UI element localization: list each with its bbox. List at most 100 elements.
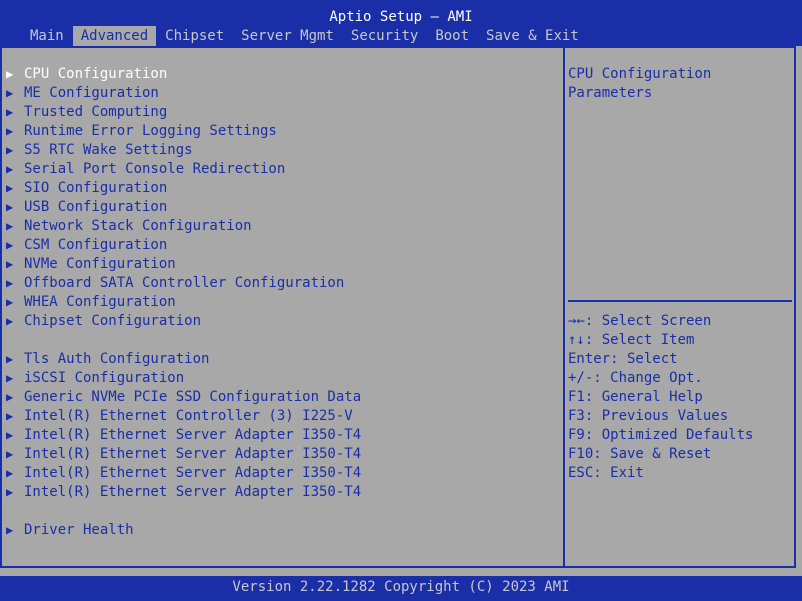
menu-item[interactable]: ▶ Offboard SATA Controller Configuration <box>6 274 361 293</box>
menu-item-label: Offboard SATA Controller Configuration <box>24 275 345 291</box>
submenu-arrow-icon: ▶ <box>6 485 14 499</box>
submenu-arrow-icon: ▶ <box>6 219 14 233</box>
submenu-arrow-icon: ▶ <box>6 295 14 309</box>
key-help-line: F1: General Help <box>568 389 703 405</box>
menu-item[interactable]: ▶ WHEA Configuration <box>6 293 361 312</box>
menu-item[interactable]: ▶ Driver Health <box>6 521 361 540</box>
key-help-line: F3: Previous Values <box>568 408 729 424</box>
help-line: Parameters <box>568 85 653 101</box>
tab-server-mgmt[interactable]: Server Mgmt <box>233 26 342 46</box>
submenu-arrow-icon: ▶ <box>6 143 14 157</box>
menu-item-label: Intel(R) Ethernet Server Adapter I350-T4 <box>24 446 362 462</box>
tab-advanced[interactable]: Advanced <box>72 26 157 46</box>
menu-item[interactable]: ▶ Serial Port Console Redirection <box>6 160 361 179</box>
menu-item-label: Serial Port Console Redirection <box>24 161 286 177</box>
menu-item-label: Intel(R) Ethernet Server Adapter I350-T4 <box>24 427 362 443</box>
title-bar: Aptio Setup – AMI Main Advanced Chipset Ser… <box>0 0 802 46</box>
menu-item-label: Chipset Configuration <box>24 313 202 329</box>
menu-item[interactable]: ▶ Generic NVMe PCIe SSD Configuration Dat… <box>6 388 361 407</box>
menu-item-label: Intel(R) Ethernet Controller (3) I225-V <box>24 408 353 424</box>
menu-item[interactable]: ▶ Intel(R) Ethernet Controller (3) I225-V <box>6 407 361 426</box>
key-help-line: ESC: Exit <box>568 465 644 481</box>
submenu-arrow-icon: ▶ <box>6 447 14 461</box>
submenu-arrow-icon: ▶ <box>6 181 14 195</box>
submenu-arrow-icon: ▶ <box>6 409 14 423</box>
submenu-arrow-icon: ▶ <box>6 162 14 176</box>
key-help-line: ↑↓: Select Item <box>568 332 695 348</box>
menu-list: ▶ CPU Configuration ▶ ME Configuration ▶ Trus… <box>6 65 361 540</box>
menu-item[interactable]: ▶ S5 RTC Wake Settings <box>6 141 361 160</box>
submenu-arrow-icon: ▶ <box>6 352 14 366</box>
help-line: CPU Configuration <box>568 66 712 82</box>
key-help-line: F10: Save & Reset <box>568 446 712 462</box>
menu-item-label: iSCSI Configuration <box>24 370 185 386</box>
menu-item-label: CPU Configuration <box>24 66 168 82</box>
menu-spacer <box>6 502 361 521</box>
menu-item-label: CSM Configuration <box>24 237 168 253</box>
menu-item-label: Driver Health <box>24 522 134 538</box>
menu-item-label: WHEA Configuration <box>24 294 176 310</box>
submenu-arrow-icon: ▶ <box>6 276 14 290</box>
submenu-arrow-icon: ▶ <box>6 428 14 442</box>
tab-save-exit[interactable]: Save & Exit <box>478 26 587 46</box>
submenu-arrow-icon: ▶ <box>6 371 14 385</box>
menu-item[interactable]: ▶ Runtime Error Logging Settings <box>6 122 361 141</box>
submenu-arrow-icon: ▶ <box>6 124 14 138</box>
submenu-arrow-icon: ▶ <box>6 105 14 119</box>
menu-item[interactable]: ▶ Intel(R) Ethernet Server Adapter I350-T… <box>6 426 361 445</box>
menu-item-label: USB Configuration <box>24 199 168 215</box>
tab-boot[interactable]: Boot <box>427 26 477 46</box>
submenu-arrow-icon: ▶ <box>6 200 14 214</box>
menu-item-label: SIO Configuration <box>24 180 168 196</box>
submenu-arrow-icon: ▶ <box>6 257 14 271</box>
menu-item-label: ME Configuration <box>24 85 159 101</box>
submenu-arrow-icon: ▶ <box>6 314 14 328</box>
menu-item[interactable]: ▶ USB Configuration <box>6 198 361 217</box>
menu-item[interactable]: ▶ Intel(R) Ethernet Server Adapter I350-T… <box>6 464 361 483</box>
submenu-arrow-icon: ▶ <box>6 86 14 100</box>
key-help-line: +/-: Change Opt. <box>568 370 703 386</box>
menu-item[interactable]: ▶ Intel(R) Ethernet Server Adapter I350-T… <box>6 483 361 502</box>
menu-pane: ▶ CPU Configuration ▶ ME Configuration ▶ Trus… <box>2 48 564 566</box>
menu-item-label: Tls Auth Configuration <box>24 351 210 367</box>
key-help-line: →←: Select Screen <box>568 313 712 329</box>
footer-version: Version 2.22.1282 Copyright (C) 2023 AMI <box>0 576 802 601</box>
menu-item-label: Trusted Computing <box>24 104 168 120</box>
menu-item[interactable]: ▶ ME Configuration <box>6 84 361 103</box>
menu-item[interactable]: ▶ CSM Configuration <box>6 236 361 255</box>
submenu-arrow-icon: ▶ <box>6 466 14 480</box>
submenu-arrow-icon: ▶ <box>6 523 14 537</box>
menu-item[interactable]: ▶ Chipset Configuration <box>6 312 361 331</box>
tab-bar: Main Advanced Chipset Server Mgmt Security Bo… <box>22 26 588 46</box>
menu-spacer <box>6 331 361 350</box>
submenu-arrow-icon: ▶ <box>6 238 14 252</box>
menu-item[interactable]: ▶ Tls Auth Configuration <box>6 350 361 369</box>
menu-item[interactable]: ▶ iSCSI Configuration <box>6 369 361 388</box>
menu-item-label: Generic NVMe PCIe SSD Configuration Data <box>24 389 362 405</box>
tab-chipset[interactable]: Chipset <box>157 26 232 46</box>
menu-item[interactable]: ▶ SIO Configuration <box>6 179 361 198</box>
menu-item[interactable]: ▶ Trusted Computing <box>6 103 361 122</box>
menu-item[interactable]: ▶ Network Stack Configuration <box>6 217 361 236</box>
submenu-arrow-icon: ▶ <box>6 67 14 81</box>
menu-item-label: Intel(R) Ethernet Server Adapter I350-T4 <box>24 484 362 500</box>
window-title: Aptio Setup – AMI <box>329 9 473 25</box>
pane-divider <box>563 48 565 566</box>
tab-main[interactable]: Main <box>22 26 72 46</box>
tab-security[interactable]: Security <box>343 26 426 46</box>
help-separator <box>568 300 792 302</box>
menu-item[interactable]: ▶ Intel(R) Ethernet Server Adapter I350-T… <box>6 445 361 464</box>
help-text: CPU Configuration Parameters <box>568 65 711 103</box>
main-panel: ▶ CPU Configuration ▶ ME Configuration ▶ Trus… <box>0 46 796 568</box>
menu-item-label: Runtime Error Logging Settings <box>24 123 277 139</box>
menu-item[interactable]: ▶ CPU Configuration <box>6 65 361 84</box>
menu-item-label: NVMe Configuration <box>24 256 176 272</box>
key-help: →←: Select Screen ↑↓: Select Item Enter: S… <box>568 312 753 483</box>
menu-item-label: Network Stack Configuration <box>24 218 252 234</box>
menu-item-label: Intel(R) Ethernet Server Adapter I350-T4 <box>24 465 362 481</box>
submenu-arrow-icon: ▶ <box>6 390 14 404</box>
menu-item-label: S5 RTC Wake Settings <box>24 142 193 158</box>
key-help-line: F9: Optimized Defaults <box>568 427 754 443</box>
key-help-line: Enter: Select <box>568 351 678 367</box>
menu-item[interactable]: ▶ NVMe Configuration <box>6 255 361 274</box>
